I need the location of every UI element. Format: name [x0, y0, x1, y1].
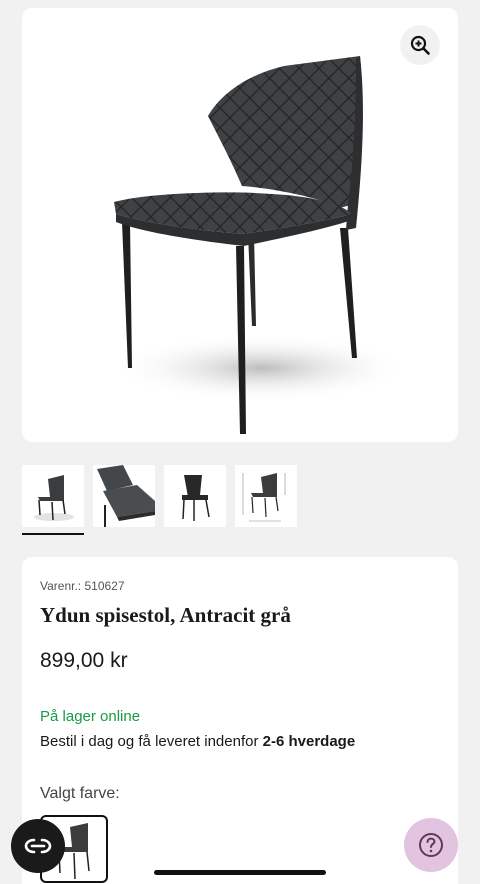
sku-label: Varenr.: 510627 [40, 579, 125, 593]
help-button[interactable] [404, 818, 458, 872]
product-info-card: Varenr.: 510627 Ydun spisestol, Antracit… [22, 557, 458, 884]
product-image[interactable] [22, 8, 458, 442]
chat-button[interactable] [11, 819, 65, 873]
chair-back-icon [182, 475, 210, 521]
thumbnail-strip [22, 465, 297, 535]
delivery-days: 2-6 hverdage [262, 733, 356, 750]
chair-seat-icon [97, 465, 155, 527]
thumbnail-chair-seat-closeup[interactable] [93, 465, 155, 527]
stock-status: På lager online [40, 708, 141, 725]
color-label: Valgt farve: [40, 785, 120, 802]
help-icon [419, 833, 443, 857]
chair-image [112, 56, 412, 434]
thumbnail-chair-dimensions[interactable] [235, 465, 297, 527]
product-title: Ydun spisestol, Antracit grå [40, 603, 291, 627]
chat-icon [24, 838, 52, 854]
home-indicator[interactable] [154, 870, 326, 875]
zoom-in-icon [410, 35, 430, 55]
product-price: 899,00 kr [40, 649, 128, 672]
zoom-button[interactable] [400, 25, 440, 65]
chair-dimensions-icon [242, 473, 286, 522]
thumbnail-chair-front-view[interactable] [22, 465, 84, 535]
chair-front-icon [34, 475, 74, 521]
thumbnail-chair-back-view[interactable] [164, 465, 226, 527]
delivery-info: Bestil i dag og få leveret indenfor 2-6 … [40, 733, 355, 750]
delivery-text: Bestil i dag og få leveret indenfor [40, 733, 263, 750]
